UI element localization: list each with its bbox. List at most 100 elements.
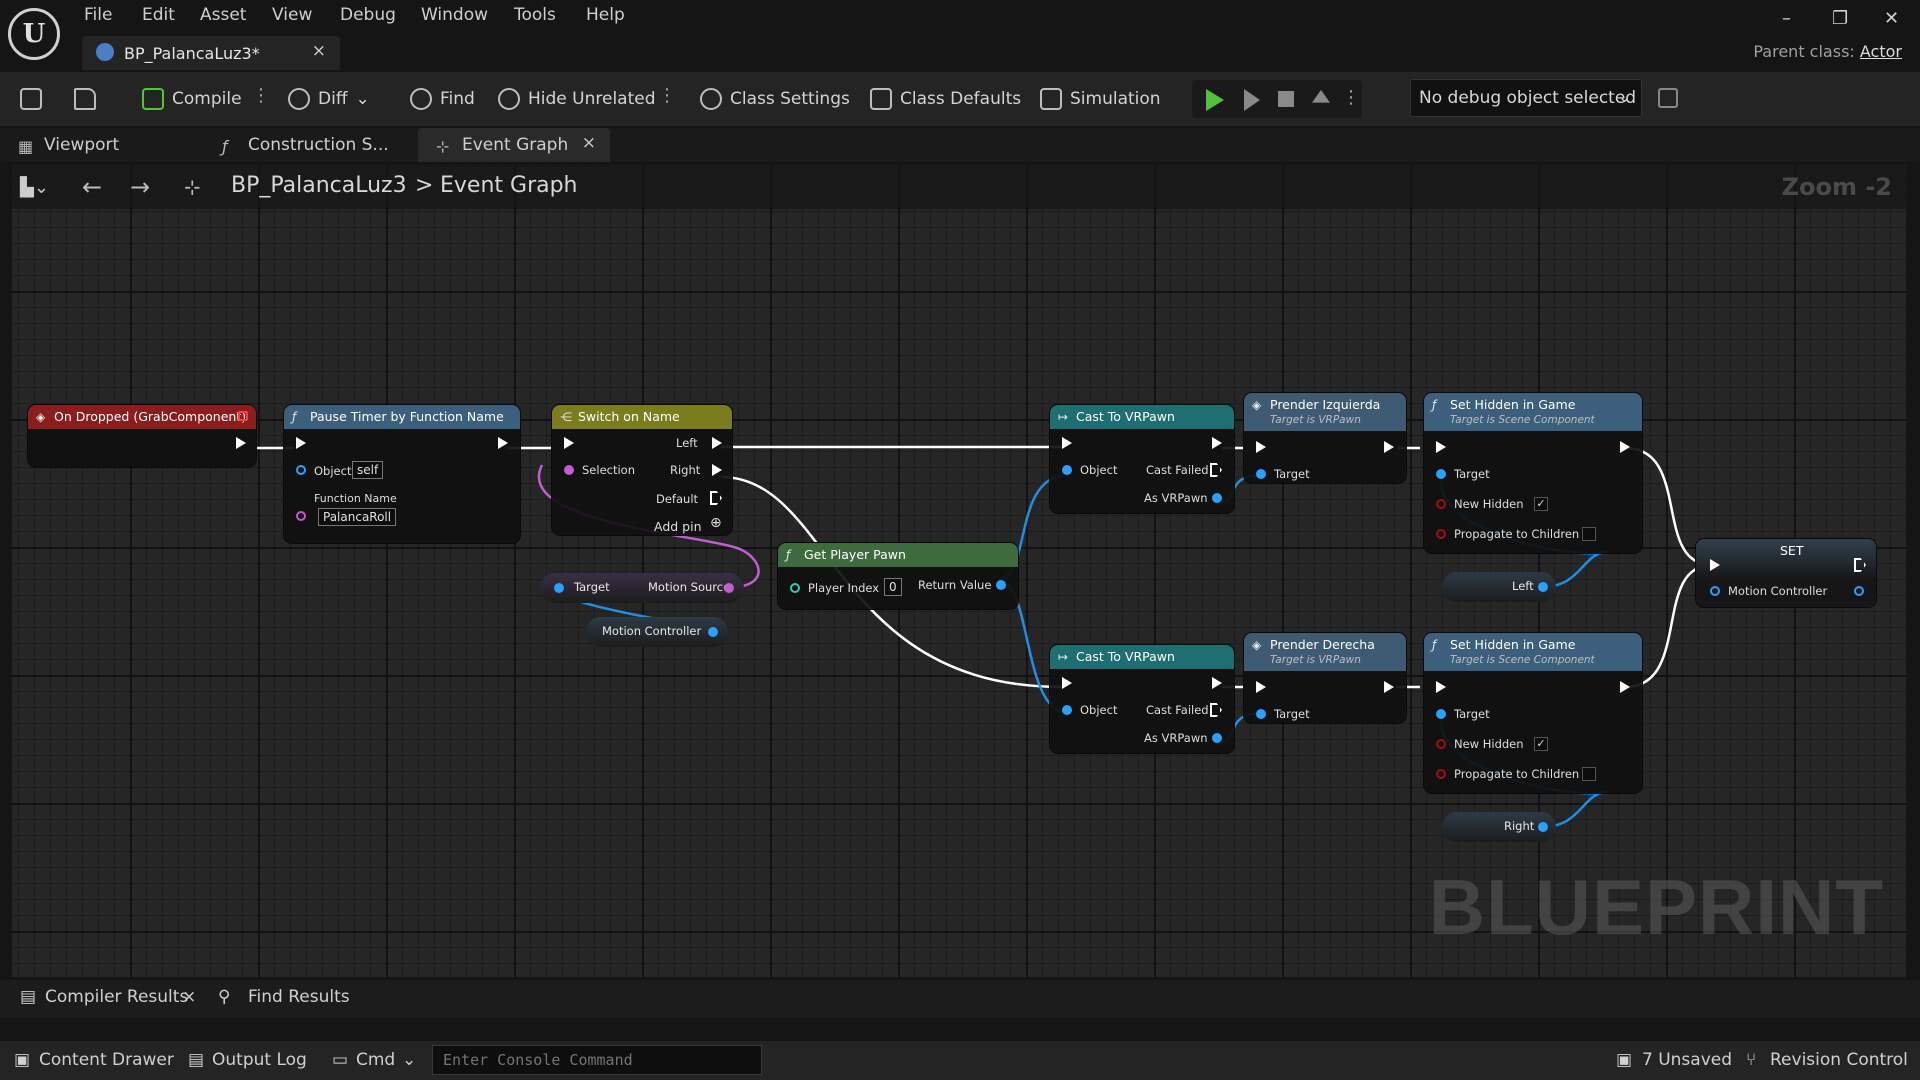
exec-out-pin[interactable] [1212, 437, 1222, 449]
debug-object-select[interactable]: No debug object selected ⌄ [1410, 79, 1642, 117]
exec-in-pin[interactable] [1256, 441, 1266, 453]
class-settings-button[interactable]: Class Settings [700, 85, 850, 113]
object-pin[interactable] [296, 465, 306, 475]
menu-edit[interactable]: Edit [142, 5, 175, 25]
exec-in-pin[interactable] [1436, 441, 1446, 453]
add-pin-icon[interactable]: ⊕ [710, 515, 722, 531]
as-vrpawn-pin[interactable] [1212, 733, 1222, 743]
motion-controller-out-pin[interactable] [1854, 586, 1864, 596]
target-pin[interactable] [1256, 469, 1266, 479]
propagate-checkbox[interactable] [1582, 767, 1596, 781]
cast-failed-pin[interactable] [1210, 463, 1222, 477]
simulation-button[interactable]: Simulation [1040, 85, 1161, 113]
node-cast-to-vrpawn-top[interactable]: ↦ Cast To VRPawn Object Cast Failed As V… [1050, 405, 1234, 513]
exec-in-pin[interactable] [1710, 559, 1720, 571]
hide-unrelated-button[interactable]: Hide Unrelated [498, 85, 656, 113]
as-vrpawn-pin[interactable] [1212, 493, 1222, 503]
target-pin[interactable] [1436, 709, 1446, 719]
unsaved-button[interactable]: 7 Unsaved [1642, 1050, 1732, 1070]
motion-source-pin[interactable] [724, 583, 734, 593]
tab-find-results[interactable]: Find Results [248, 987, 350, 1007]
menu-help[interactable]: Help [586, 5, 625, 25]
cmd-select[interactable]: Cmd [356, 1050, 395, 1070]
propagate-pin[interactable] [1436, 769, 1446, 779]
cast-failed-pin[interactable] [1210, 703, 1222, 717]
close-window-button[interactable]: ✕ [1884, 8, 1899, 29]
default-exec-pin[interactable] [710, 491, 722, 505]
exec-out-pin[interactable] [1620, 441, 1630, 453]
diff-button[interactable]: Diff ⌄ [288, 85, 370, 113]
exec-out-pin[interactable] [1384, 681, 1394, 693]
exec-in-pin[interactable] [564, 437, 574, 449]
content-drawer-button[interactable]: Content Drawer [39, 1050, 174, 1070]
event-graph-canvas[interactable]: ▙⌄ ← → ⊹ BP_PalancaLuz3 > Event Graph Zo… [12, 165, 1906, 977]
object-pin[interactable] [1062, 465, 1072, 475]
close-tab-icon[interactable]: × [312, 41, 326, 61]
object-pin[interactable] [1062, 705, 1072, 715]
browse-button[interactable] [74, 85, 96, 113]
function-name-pin[interactable] [296, 511, 306, 521]
debug-filter-icon[interactable] [1658, 88, 1678, 108]
player-index-pin[interactable] [790, 583, 800, 593]
right-exec-pin[interactable] [712, 464, 722, 476]
play-options-icon[interactable]: ⋮ [1342, 87, 1360, 108]
class-defaults-button[interactable]: Class Defaults [870, 85, 1021, 113]
close-tab-icon[interactable]: × [582, 133, 596, 153]
node-prender-derecha[interactable]: ◈ Prender Derecha Target is VRPawn Targe… [1244, 633, 1406, 723]
motion-controller-in-pin[interactable] [1710, 586, 1720, 596]
menu-window[interactable]: Window [421, 5, 488, 25]
exec-in-pin[interactable] [296, 437, 306, 449]
right-var-pin[interactable] [1538, 822, 1548, 832]
compile-button[interactable]: Compile [142, 85, 242, 113]
exec-out-pin[interactable] [1854, 558, 1866, 572]
compile-options-icon[interactable]: ⋮ [252, 85, 270, 113]
exec-out-pin[interactable] [236, 437, 246, 449]
menu-file[interactable]: File [84, 5, 112, 25]
menu-view[interactable]: View [272, 5, 312, 25]
node-right-var[interactable]: Right [1442, 812, 1556, 842]
exec-in-pin[interactable] [1062, 437, 1072, 449]
new-hidden-checkbox[interactable]: ✓ [1534, 497, 1548, 511]
console-input[interactable] [432, 1045, 762, 1075]
node-motion-source[interactable]: Target Motion Source [540, 573, 744, 603]
add-pin-label[interactable]: Add pin [654, 519, 702, 534]
left-exec-pin[interactable] [712, 437, 722, 449]
tab-viewport[interactable]: ▦ Viewport [0, 128, 210, 162]
output-log-button[interactable]: Output Log [212, 1050, 307, 1070]
parent-class-link[interactable]: Actor [1860, 42, 1902, 61]
delegate-pin-icon[interactable] [238, 411, 248, 421]
tab-construction-script[interactable]: ƒ Construction S... [204, 128, 414, 162]
unreal-logo-icon[interactable]: U [8, 8, 60, 60]
exec-in-pin[interactable] [1256, 681, 1266, 693]
exec-out-pin[interactable] [1212, 677, 1222, 689]
propagate-checkbox[interactable] [1582, 527, 1596, 541]
new-hidden-checkbox[interactable]: ✓ [1534, 737, 1548, 751]
return-value-pin[interactable] [996, 580, 1006, 590]
node-pause-timer[interactable]: ƒ Pause Timer by Function Name Object se… [284, 405, 520, 543]
find-button[interactable]: Find [410, 85, 475, 113]
close-tab-icon[interactable]: × [182, 987, 196, 1007]
left-var-pin[interactable] [1538, 582, 1548, 592]
new-hidden-pin[interactable] [1436, 499, 1446, 509]
player-index-field[interactable]: 0 [884, 578, 902, 596]
revision-control-button[interactable]: Revision Control [1770, 1050, 1908, 1070]
stop-icon[interactable] [1278, 91, 1294, 107]
exec-in-pin[interactable] [1062, 677, 1072, 689]
document-tab[interactable]: BP_PalancaLuz3* × [82, 36, 340, 70]
exec-in-pin[interactable] [1436, 681, 1446, 693]
function-name-field[interactable]: PalancaRoll [318, 508, 397, 526]
node-motion-controller-var[interactable]: Motion Controller [586, 617, 728, 647]
propagate-pin[interactable] [1436, 529, 1446, 539]
node-cast-to-vrpawn-bottom[interactable]: ↦ Cast To VRPawn Object Cast Failed As V… [1050, 645, 1234, 753]
tab-event-graph[interactable]: ⊹ Event Graph × [418, 128, 610, 162]
node-left-var[interactable]: Left [1442, 572, 1556, 602]
target-pin[interactable] [1256, 709, 1266, 719]
node-get-player-pawn[interactable]: ƒ Get Player Pawn Player Index 0 Return … [778, 543, 1018, 609]
node-set-hidden-top[interactable]: ƒ Set Hidden in Game Target is Scene Com… [1424, 393, 1642, 553]
exec-out-pin[interactable] [498, 437, 508, 449]
more-options-icon[interactable]: ⋮ [658, 85, 676, 113]
minimize-button[interactable]: – [1782, 8, 1791, 29]
object-value-field[interactable]: self [352, 461, 384, 479]
menu-debug[interactable]: Debug [340, 5, 396, 25]
node-set-hidden-bottom[interactable]: ƒ Set Hidden in Game Target is Scene Com… [1424, 633, 1642, 793]
